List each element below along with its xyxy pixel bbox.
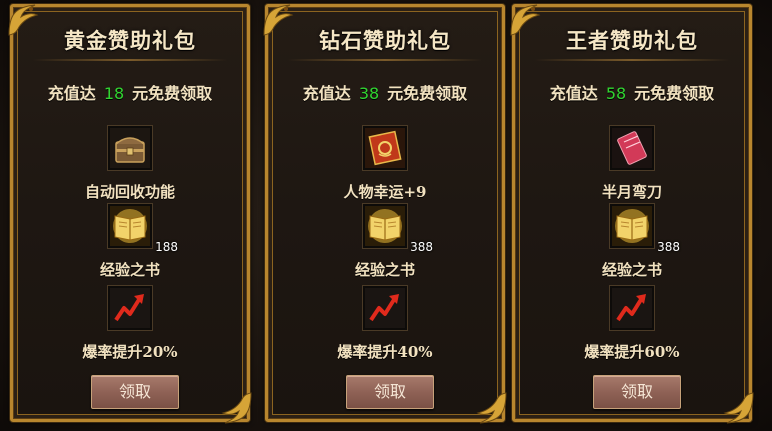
reward-item: 188 经验之书	[13, 203, 247, 280]
treasure-chest-icon[interactable]	[107, 125, 153, 171]
requirement-prefix: 充值达	[549, 84, 598, 103]
red-arrow-up-icon[interactable]	[609, 285, 655, 331]
sponsor-gift-packs: 黄金赞助礼包 充值达 18 元免费领取 自动回收功能 188 经验之书 爆率提升…	[0, 0, 772, 431]
reward-item: 半月弯刀	[515, 125, 749, 202]
reward-name: 自动回收功能	[84, 183, 175, 201]
pack-title: 钻石赞助礼包	[319, 28, 451, 53]
requirement-prefix: 充值达	[302, 84, 351, 103]
half-moon-blade-icon[interactable]	[609, 125, 655, 171]
reward-name: 经验之书	[354, 261, 415, 279]
requirement-amount: 58	[605, 84, 627, 103]
title-divider	[33, 59, 227, 61]
diamond-sponsor-pack-panel: 钻石赞助礼包 充值达 38 元免费领取 人物幸运+9 388 经验之书 爆率提升…	[263, 4, 507, 424]
pack-title: 黄金赞助礼包	[64, 28, 196, 53]
recharge-requirement: 充值达 38 元免费领取	[268, 80, 502, 104]
title-divider	[288, 59, 482, 61]
gold-sponsor-pack-panel: 黄金赞助礼包 充值达 18 元免费领取 自动回收功能 188 经验之书 爆率提升…	[8, 4, 252, 424]
claim-button[interactable]: 领取	[346, 375, 434, 409]
reward-name: 爆率提升20%	[82, 343, 178, 361]
experience-book-icon[interactable]: 388	[362, 203, 433, 254]
requirement-amount: 38	[358, 84, 380, 103]
reward-item: 自动回收功能	[13, 125, 247, 202]
reward-item: 爆率提升60%	[515, 285, 749, 362]
item-count: 188	[155, 240, 178, 254]
reward-name: 经验之书	[601, 261, 662, 279]
item-count: 388	[410, 240, 433, 254]
requirement-suffix: 元免费领取	[634, 84, 715, 103]
dragon-corner-ornament-icon	[723, 392, 754, 424]
reward-item: 人物幸运+9	[268, 125, 502, 202]
experience-book-icon[interactable]: 188	[107, 203, 178, 254]
pack-title: 王者赞助礼包	[566, 28, 698, 53]
fortune-scroll-icon[interactable]	[362, 125, 408, 171]
claim-button[interactable]: 领取	[91, 375, 179, 409]
dragon-corner-ornament-icon	[476, 392, 507, 424]
requirement-amount: 18	[103, 84, 125, 103]
king-sponsor-pack-panel: 王者赞助礼包 充值达 58 元免费领取 半月弯刀 388 经验之书 爆率提升60…	[510, 4, 754, 424]
claim-button[interactable]: 领取	[593, 375, 681, 409]
dragon-corner-ornament-icon	[221, 392, 252, 424]
reward-name: 经验之书	[99, 261, 160, 279]
recharge-requirement: 充值达 18 元免费领取	[13, 80, 247, 104]
reward-item: 爆率提升40%	[268, 285, 502, 362]
requirement-suffix: 元免费领取	[132, 84, 213, 103]
reward-name: 半月弯刀	[601, 183, 662, 201]
requirement-suffix: 元免费领取	[387, 84, 468, 103]
red-arrow-up-icon[interactable]	[107, 285, 153, 331]
reward-item: 388 经验之书	[515, 203, 749, 280]
recharge-requirement: 充值达 58 元免费领取	[515, 80, 749, 104]
red-arrow-up-icon[interactable]	[362, 285, 408, 331]
reward-name: 爆率提升60%	[584, 343, 680, 361]
reward-item: 388 经验之书	[268, 203, 502, 280]
requirement-prefix: 充值达	[47, 84, 96, 103]
title-divider	[535, 59, 729, 61]
reward-name: 人物幸运+9	[343, 183, 427, 201]
item-count: 388	[657, 240, 680, 254]
reward-name: 爆率提升40%	[337, 343, 433, 361]
reward-item: 爆率提升20%	[13, 285, 247, 362]
experience-book-icon[interactable]: 388	[609, 203, 680, 254]
